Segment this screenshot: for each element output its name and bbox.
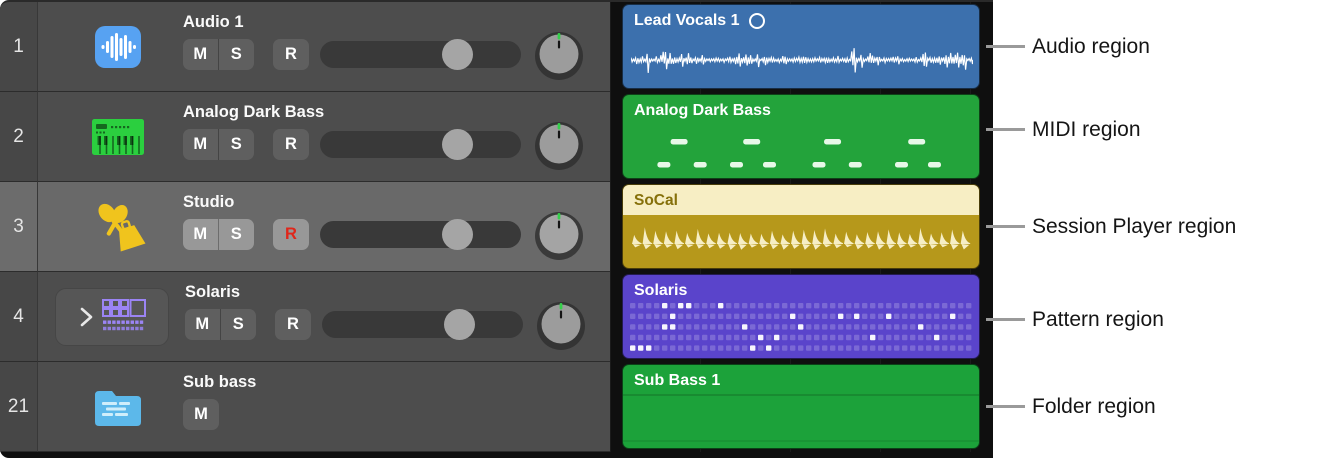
region-title: Solaris xyxy=(634,280,687,302)
solo-button[interactable]: S xyxy=(219,129,255,160)
volume-slider[interactable] xyxy=(322,311,523,338)
track-number[interactable]: 4 xyxy=(0,272,38,362)
track-row-pattern: 4 xyxy=(0,272,993,362)
track-lane: SoCal xyxy=(610,182,993,272)
track-number[interactable]: 2 xyxy=(0,92,38,182)
folder-divider xyxy=(623,440,979,442)
session-player-waveform xyxy=(631,225,971,263)
solo-button[interactable]: S xyxy=(219,39,255,70)
callout-line xyxy=(986,405,1025,408)
record-enable-button[interactable]: R xyxy=(273,219,309,250)
volume-slider[interactable] xyxy=(320,131,521,158)
mute-button[interactable]: M xyxy=(183,219,219,250)
audio-region[interactable]: Lead Vocals 1 xyxy=(622,4,980,89)
session-player-region[interactable]: SoCal xyxy=(622,184,980,269)
synth-keyboard-icon[interactable] xyxy=(53,92,183,181)
callout-label-pattern: Pattern region xyxy=(1032,305,1164,335)
callout-line xyxy=(986,128,1025,131)
record-enable-button[interactable]: R xyxy=(273,129,309,160)
logic-track-area: 1 xyxy=(0,0,993,458)
solo-button[interactable]: S xyxy=(219,219,255,250)
track-number[interactable]: 1 xyxy=(0,2,38,92)
record-enable-button[interactable]: R xyxy=(275,309,311,340)
mute-button[interactable]: M xyxy=(183,399,219,430)
volume-slider[interactable] xyxy=(320,221,521,248)
pattern-region[interactable]: Solaris xyxy=(622,274,980,359)
volume-slider[interactable] xyxy=(320,41,521,68)
track-number[interactable]: 21 xyxy=(0,362,38,452)
callout-label-folder: Folder region xyxy=(1032,392,1156,422)
track-number[interactable]: 3 xyxy=(0,182,38,272)
folder-divider xyxy=(623,394,979,396)
callout-label-audio: Audio region xyxy=(1032,32,1150,62)
mute-button[interactable]: M xyxy=(185,309,221,340)
track-header[interactable]: Audio 1 M S R xyxy=(38,2,610,92)
track-lane: Solaris xyxy=(610,272,993,362)
mute-button[interactable]: M xyxy=(183,129,219,160)
callout-line xyxy=(986,318,1025,321)
track-name[interactable]: Sub bass xyxy=(183,371,610,393)
solo-button[interactable]: S xyxy=(221,309,257,340)
volume-slider-handle[interactable] xyxy=(442,129,473,160)
region-title: Sub Bass 1 xyxy=(634,370,720,392)
midi-region[interactable]: Analog Dark Bass xyxy=(622,94,980,179)
folder-icon[interactable] xyxy=(53,362,183,451)
chevron-right-icon xyxy=(77,305,95,329)
callout-line xyxy=(986,225,1025,228)
midi-notes xyxy=(631,125,975,177)
disclosure-button[interactable] xyxy=(55,288,169,346)
pan-knob[interactable] xyxy=(533,28,585,82)
track-row-audio: 1 xyxy=(0,2,993,92)
pan-knob[interactable] xyxy=(535,298,587,352)
volume-slider-handle[interactable] xyxy=(444,309,475,340)
region-title: SoCal xyxy=(634,192,678,209)
drum-machine-icon xyxy=(101,298,147,336)
callout-label-midi: MIDI region xyxy=(1032,115,1141,145)
volume-slider-handle[interactable] xyxy=(442,39,473,70)
pan-knob[interactable] xyxy=(533,118,585,172)
track-header[interactable]: Solaris M S R xyxy=(38,272,610,362)
track-lane: Sub Bass 1 xyxy=(610,362,993,452)
percussion-icon[interactable] xyxy=(53,182,183,271)
track-lane: Analog Dark Bass xyxy=(610,92,993,182)
callout-line xyxy=(986,45,1025,48)
region-title: Analog Dark Bass xyxy=(634,100,771,122)
track-row-folder: 21 Sub bass M xyxy=(0,362,993,452)
pan-knob[interactable] xyxy=(533,208,585,262)
take-circle-icon xyxy=(749,13,765,29)
track-row-session-player: 3 xyxy=(0,182,993,272)
track-header[interactable]: Sub bass M xyxy=(38,362,610,452)
folder-region[interactable]: Sub Bass 1 xyxy=(622,364,980,449)
track-header[interactable]: Studio M S R xyxy=(38,182,610,272)
track-row-midi: 2 Analog Dark Bass xyxy=(0,92,993,182)
mute-button[interactable]: M xyxy=(183,39,219,70)
callout-label-session-player: Session Player region xyxy=(1032,212,1236,242)
pattern-step-grid xyxy=(630,303,974,357)
track-lane: Lead Vocals 1 xyxy=(610,2,993,92)
audio-waveform-icon[interactable] xyxy=(53,2,183,91)
screenshot-stage: 1 xyxy=(0,0,1328,458)
record-enable-button[interactable]: R xyxy=(273,39,309,70)
track-header[interactable]: Analog Dark Bass M S R xyxy=(38,92,610,182)
region-title: Lead Vocals 1 xyxy=(634,10,740,32)
volume-slider-handle[interactable] xyxy=(442,219,473,250)
audio-waveform xyxy=(631,43,973,77)
